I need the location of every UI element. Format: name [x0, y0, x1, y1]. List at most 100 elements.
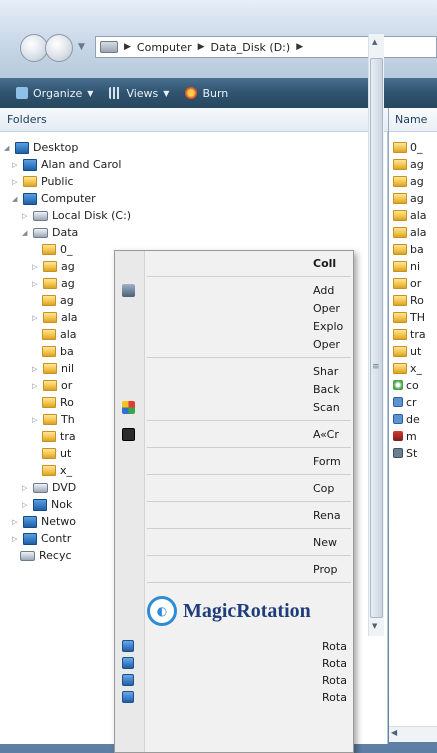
file-row[interactable]: tra	[393, 326, 426, 342]
collapsed-arrow-icon[interactable]: ▷	[32, 416, 39, 424]
file-row[interactable]: St	[393, 445, 417, 461]
views-button[interactable]: Views ▼	[109, 87, 169, 100]
tree-item-folder[interactable]: x_	[42, 462, 72, 479]
collapsed-arrow-icon[interactable]: ▷	[32, 280, 39, 288]
collapsed-arrow-icon[interactable]: ▷	[22, 212, 29, 220]
collapsed-arrow-icon[interactable]: ▷	[32, 314, 39, 322]
back-button[interactable]	[20, 34, 48, 62]
collapsed-arrow-icon[interactable]: ▷	[22, 501, 29, 509]
menu-item-share[interactable]: Shar	[115, 362, 353, 381]
tree-item-folder[interactable]: ag	[42, 292, 74, 309]
tree-item-dvd[interactable]: ▷ DVD	[22, 479, 76, 496]
recent-pages-chevron-icon[interactable]: ▼	[78, 42, 85, 52]
menu-item-format[interactable]: Form	[115, 452, 353, 471]
file-row[interactable]: cr	[393, 394, 417, 410]
tree-item-folder[interactable]: ba	[42, 343, 74, 360]
menu-item-open[interactable]: Oper	[115, 299, 353, 318]
collapsed-arrow-icon[interactable]: ▷	[12, 518, 19, 526]
breadcrumb-computer[interactable]: Computer	[137, 41, 192, 54]
menu-item-rotate[interactable]: Rota	[115, 640, 353, 656]
file-row[interactable]: ala	[393, 224, 427, 240]
file-row[interactable]: ut	[393, 343, 421, 359]
tree-item-folder[interactable]: ala	[42, 326, 77, 343]
file-row[interactable]: m	[393, 428, 417, 444]
menu-item-properties[interactable]: Prop	[115, 560, 353, 579]
collapsed-arrow-icon[interactable]: ▷	[12, 535, 19, 543]
file-row[interactable]: 0_	[393, 139, 423, 155]
tree-item-folder[interactable]: ut	[42, 445, 71, 462]
menu-separator	[147, 474, 351, 475]
file-row[interactable]: x_	[393, 360, 422, 376]
tree-item-computer[interactable]: ◢ Computer	[12, 190, 96, 207]
expanded-arrow-icon[interactable]: ◢	[12, 195, 19, 203]
menu-item-add[interactable]: Add	[115, 281, 353, 300]
scroll-left-arrow-icon[interactable]: ◀	[391, 728, 397, 737]
file-row[interactable]: ag	[393, 190, 424, 206]
tree-item-folder[interactable]: ▷ ag	[32, 275, 75, 292]
scroll-down-arrow-icon[interactable]: ▼	[372, 622, 377, 630]
collapsed-arrow-icon[interactable]: ▷	[22, 484, 29, 492]
folder-icon	[42, 431, 56, 442]
menu-item-acr[interactable]: A«Cr	[115, 425, 353, 444]
file-row[interactable]: co	[393, 377, 419, 393]
collapsed-arrow-icon[interactable]: ▷	[32, 263, 39, 271]
folders-scroll-thumb[interactable]	[370, 58, 383, 618]
tree-item-folder[interactable]: Ro	[42, 394, 74, 411]
file-row[interactable]: de	[393, 411, 420, 427]
tree-item-folder[interactable]: ▷ or	[32, 377, 72, 394]
menu-item-collapse[interactable]: Coll	[115, 254, 353, 273]
tree-item-data-disk[interactable]: ◢ Data	[22, 224, 78, 241]
menu-item-copy[interactable]: Cop	[115, 479, 353, 498]
menu-item-new[interactable]: New	[115, 533, 353, 552]
menu-item-explore[interactable]: Explo	[115, 317, 353, 336]
expanded-arrow-icon[interactable]: ◢	[4, 144, 11, 152]
tree-item-folder[interactable]: ▷ ala	[32, 309, 78, 326]
burn-button[interactable]: Burn	[185, 87, 228, 100]
file-row[interactable]: ba	[393, 241, 424, 257]
file-row[interactable]: ala	[393, 207, 427, 223]
file-row[interactable]: TH	[393, 309, 425, 325]
collapsed-arrow-icon[interactable]: ▷	[12, 161, 19, 169]
collapsed-arrow-icon[interactable]: ▷	[32, 382, 39, 390]
breadcrumb-data-disk[interactable]: Data_Disk (D:)	[211, 41, 291, 54]
menu-item-open-2[interactable]: Oper	[115, 335, 353, 354]
forward-button[interactable]	[45, 34, 73, 62]
tree-item-alan-and-carol[interactable]: ▷ Alan and Carol	[12, 156, 121, 173]
menu-item-backup[interactable]: Back	[115, 380, 353, 399]
tree-item-folder[interactable]: ▷ ag	[32, 258, 75, 275]
file-row[interactable]: ag	[393, 156, 424, 172]
tree-item-network[interactable]: ▷ Netwo	[12, 513, 76, 530]
tree-item-folder[interactable]: tra	[42, 428, 76, 445]
expanded-arrow-icon[interactable]: ◢	[22, 229, 29, 237]
breadcrumb-arrow-icon[interactable]: ▶	[198, 42, 205, 52]
file-row[interactable]: or	[393, 275, 421, 291]
scroll-up-arrow-icon[interactable]: ▲	[372, 38, 377, 46]
file-row[interactable]: ni	[393, 258, 420, 274]
name-column-header[interactable]: Name	[389, 108, 437, 132]
menu-item-rename[interactable]: Rena	[115, 506, 353, 525]
tree-item-recycle-bin[interactable]: Recyc	[20, 547, 72, 564]
tree-item-nokia[interactable]: ▷ Nok	[22, 496, 72, 513]
file-row[interactable]: ag	[393, 173, 424, 189]
tree-item-desktop[interactable]: ◢ Desktop	[4, 139, 78, 156]
breadcrumb-arrow-icon[interactable]: ▶	[124, 42, 131, 52]
collapsed-arrow-icon[interactable]: ▷	[12, 178, 19, 186]
tree-item-folder[interactable]: 0_	[42, 241, 73, 258]
folder-icon	[393, 311, 407, 323]
tree-item-label: Recyc	[39, 549, 72, 562]
folders-header[interactable]: Folders ▼	[0, 108, 388, 132]
tree-item-folder[interactable]: ▷ nil	[32, 360, 74, 377]
file-row[interactable]: Ro	[393, 292, 424, 308]
organize-button[interactable]: Organize ▼	[16, 87, 93, 100]
collapsed-arrow-icon[interactable]: ▷	[32, 365, 39, 373]
breadcrumb-arrow-icon[interactable]: ▶	[296, 42, 303, 52]
menu-item-rotate[interactable]: Rota	[115, 691, 353, 707]
menu-item-scan[interactable]: Scan	[115, 398, 353, 417]
address-bar[interactable]: ▶ Computer ▶ Data_Disk (D:) ▶	[95, 36, 437, 58]
menu-item-rotate[interactable]: Rota	[115, 674, 353, 690]
menu-item-rotate[interactable]: Rota	[115, 657, 353, 673]
tree-item-public[interactable]: ▷ Public	[12, 173, 74, 190]
tree-item-folder[interactable]: ▷ Th	[32, 411, 75, 428]
tree-item-local-disk[interactable]: ▷ Local Disk (C:)	[22, 207, 131, 224]
tree-item-control-panel[interactable]: ▷ Contr	[12, 530, 71, 547]
